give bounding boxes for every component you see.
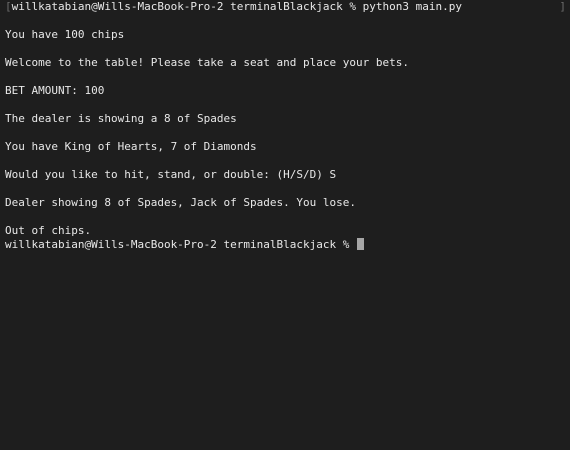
cursor[interactable] — [357, 238, 364, 250]
output-line-welcome: Welcome to the table! Please take a seat… — [5, 56, 409, 69]
output-line-player-hand: You have King of Hearts, 7 of Diamonds — [5, 140, 257, 153]
output-line-out-of-chips: Out of chips. — [5, 224, 92, 237]
command-line: [willkatabian@Wills-MacBook-Pro-2 termin… — [5, 0, 566, 14]
scroll-bracket-right: ] — [559, 0, 566, 13]
final-prompt: willkatabian@Wills-MacBook-Pro-2 termina… — [5, 238, 350, 251]
command: python3 main.py — [362, 0, 462, 13]
terminal-output: [willkatabian@Wills-MacBook-Pro-2 termin… — [5, 0, 566, 252]
final-prompt-line[interactable]: willkatabian@Wills-MacBook-Pro-2 termina… — [5, 238, 566, 252]
output-line-dealer-showing: The dealer is showing a 8 of Spades — [5, 112, 237, 125]
scroll-bracket-left: [ — [5, 0, 12, 13]
terminal-window[interactable]: ] [willkatabian@Wills-MacBook-Pro-2 term… — [0, 0, 570, 450]
output-line-result: Dealer showing 8 of Spades, Jack of Spad… — [5, 196, 356, 209]
output-line-chips: You have 100 chips — [5, 28, 125, 41]
prompt: willkatabian@Wills-MacBook-Pro-2 termina… — [11, 0, 356, 13]
output-line-action-prompt: Would you like to hit, stand, or double:… — [5, 168, 337, 181]
output-line-bet: BET AMOUNT: 100 — [5, 84, 105, 97]
